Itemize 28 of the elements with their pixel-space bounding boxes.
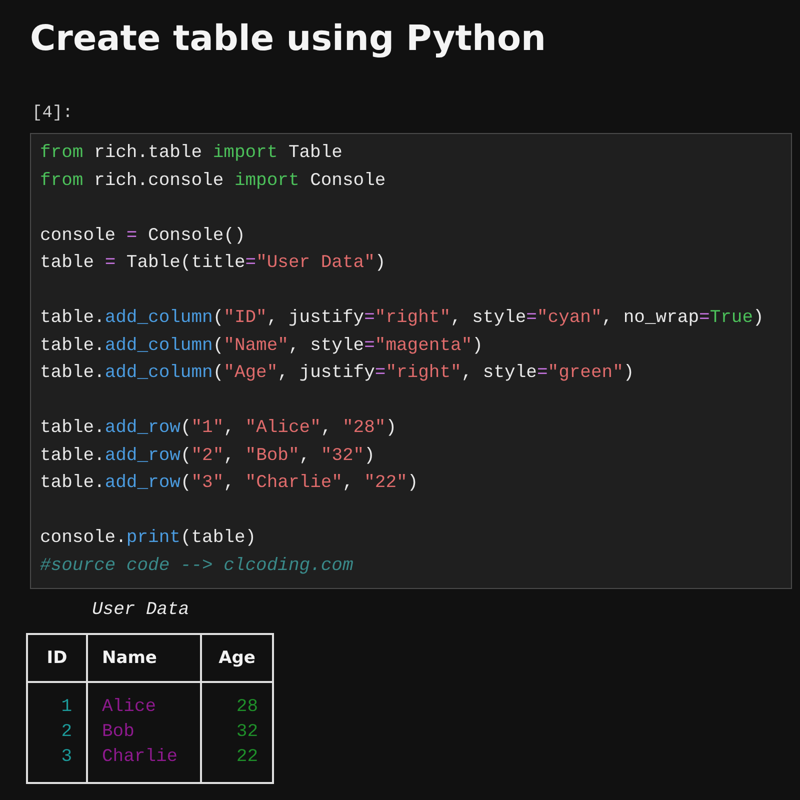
code-line: table.add_column("Name", style="magenta") <box>40 334 483 358</box>
table-title: User Data <box>92 599 190 622</box>
code-line: table.add_row("2", "Bob", "32") <box>40 444 375 468</box>
table-cell: 3 <box>27 745 87 783</box>
code-line: table.add_column("Age", justify="right", style="green") <box>40 362 634 385</box>
table-cell: 28 <box>201 682 273 720</box>
table-cell: 32 <box>201 720 273 745</box>
code-line: table.add_row("1", "Alice", "28") <box>40 417 397 440</box>
column-header: Age <box>201 634 273 682</box>
code-line: console.print(table) <box>40 527 256 550</box>
cell-prompt: [4]: <box>32 104 73 123</box>
code-line: table.add_row("3", "Charlie", "22") <box>40 472 418 495</box>
code-line: table.add_column("ID", justify="right", style="cyan", no_wrap=True) <box>40 307 764 330</box>
page-heading: Create table using Python <box>30 18 546 61</box>
column-header: Name <box>87 634 201 682</box>
table-cell: 22 <box>201 745 273 783</box>
code-line: #source code --> clcoding.com <box>40 554 354 578</box>
table-cell: Alice <box>87 682 201 720</box>
code-line: console = Console() <box>40 224 246 248</box>
code-line: from rich.console import Console <box>40 170 386 192</box>
table-cell: Bob <box>87 720 201 745</box>
code-cell[interactable] <box>30 133 792 589</box>
column-header: ID <box>27 634 87 682</box>
table-cell: 1 <box>27 682 87 720</box>
code-line: table = Table(title="User Data") <box>40 252 386 275</box>
code-line: from rich.table import Table <box>40 142 342 165</box>
table-cell: Charlie <box>87 745 201 783</box>
table-cell: 2 <box>27 720 87 745</box>
